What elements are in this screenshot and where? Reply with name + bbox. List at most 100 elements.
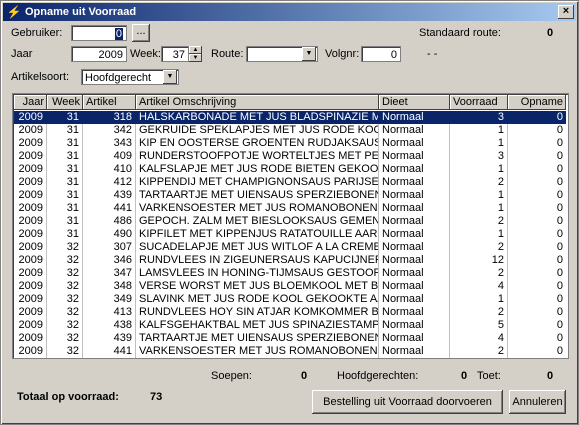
table-row[interactable]: 2009 31 343 KIP EN OOSTERSE GROENTEN RUDJAK…	[14, 137, 566, 150]
table-row[interactable]: 2009 31 441 VARKENSOESTER MET JUS ROMANOBON…	[14, 202, 566, 215]
table-row[interactable]: 2009 32 307 SUCADELAPJE MET JUS WITLOF A LA…	[14, 241, 566, 254]
cell-voorraad: 1	[450, 163, 508, 176]
spin-down-icon[interactable]: ▼	[189, 54, 202, 62]
jaar-label: Jaar	[11, 48, 33, 60]
cell-voorraad: 1	[450, 124, 508, 137]
opname-window: ⚡ Opname uit Voorraad × Gebruiker: 0 ...…	[0, 0, 579, 425]
voorraad-table[interactable]: Jaar Week Artikel Artikel Omschrijving D…	[12, 93, 569, 359]
cell-dieet: Normaal	[379, 202, 450, 215]
cell-artikel: 439	[83, 332, 136, 345]
volgnr-input[interactable]: 0	[361, 46, 401, 62]
week-input[interactable]: 37	[161, 46, 189, 62]
bestelling-doorvoeren-button[interactable]: Bestelling uit Voorraad doorvoeren	[312, 390, 503, 414]
cell-dieet: Normaal	[379, 176, 450, 189]
cell-artikel: 343	[83, 137, 136, 150]
cell-week: 31	[47, 124, 83, 137]
browse-button[interactable]: ...	[132, 24, 150, 42]
table-row[interactable]: 2009 32 347 LAMSVLEES IN HONING-TIJMSAUS GE…	[14, 267, 566, 280]
table-row[interactable]: 2009 31 318 HALSKARBONADE MET JUS BLADSPINA…	[14, 111, 566, 124]
cell-dieet: Normaal	[379, 306, 450, 319]
table-row[interactable]: 2009 32 346 RUNDVLEES IN ZIGEUNERSAUS KAPUC…	[14, 254, 566, 267]
jaar-input[interactable]: 2009	[71, 46, 127, 62]
cell-artikel: 347	[83, 267, 136, 280]
cell-voorraad: 4	[450, 280, 508, 293]
cell-opname: 0	[556, 267, 563, 279]
cell-artikel: 441	[83, 202, 136, 215]
cell-voorraad: 12	[450, 254, 508, 267]
totaal-label: Totaal op voorraad:	[17, 391, 119, 403]
column-header-opname[interactable]: Opname	[508, 95, 566, 110]
table-row[interactable]: 2009 32 348 VERSE WORST MET JUS BLOEMKOOL M…	[14, 280, 566, 293]
spin-up-icon[interactable]: ▲	[189, 46, 202, 54]
cell-opname: 0	[556, 163, 563, 175]
route-select[interactable]: ▼	[246, 46, 318, 62]
cell-voorraad: 2	[450, 241, 508, 254]
cell-artikel: 412	[83, 176, 136, 189]
volgnr-label: Volgnr:	[325, 48, 360, 60]
cell-week: 32	[47, 280, 83, 293]
cell-artikel: 486	[83, 215, 136, 228]
cell-voorraad: 2	[450, 176, 508, 189]
cell-jaar: 2009	[14, 202, 47, 215]
cell-artikel: 441	[83, 345, 136, 358]
chevron-down-icon[interactable]: ▼	[163, 70, 177, 84]
cell-omschrijving: TARTAARTJE MET UIENSAUS SPERZIEBONEN	[136, 189, 379, 202]
artikelsoort-select[interactable]: Hoofdgerecht ▼	[81, 69, 179, 85]
cell-voorraad: 1	[450, 228, 508, 241]
cell-artikel: 409	[83, 150, 136, 163]
column-header-week[interactable]: Week	[47, 95, 83, 110]
cell-jaar: 2009	[14, 293, 47, 306]
table-row[interactable]: 2009 31 412 KIPPENDIJ MET CHAMPIGNONSAUS PA…	[14, 176, 566, 189]
cell-dieet: Normaal	[379, 228, 450, 241]
cell-week: 32	[47, 332, 83, 345]
cell-omschrijving: KIPPENDIJ MET CHAMPIGNONSAUS PARIJSE	[136, 176, 379, 189]
cell-jaar: 2009	[14, 332, 47, 345]
cell-artikel: 318	[83, 111, 136, 124]
cell-artikel: 490	[83, 228, 136, 241]
table-row[interactable]: 2009 31 439 TARTAARTJE MET UIENSAUS SPERZIE…	[14, 189, 566, 202]
cell-voorraad: 2	[450, 306, 508, 319]
cell-week: 31	[47, 215, 83, 228]
cell-voorraad: 1	[450, 189, 508, 202]
cell-jaar: 2009	[14, 111, 47, 124]
cell-artikel: 413	[83, 306, 136, 319]
annuleren-button[interactable]: Annuleren	[509, 390, 566, 414]
cell-dieet: Normaal	[379, 345, 450, 358]
table-row[interactable]: 2009 32 439 TARTAARTJE MET UIENSAUS SPERZIE…	[14, 332, 566, 345]
column-header-voorraad[interactable]: Voorraad	[450, 95, 508, 110]
title-bar[interactable]: ⚡ Opname uit Voorraad ×	[3, 3, 576, 21]
column-header-dieet[interactable]: Dieet	[379, 95, 450, 110]
cell-week: 32	[47, 306, 83, 319]
table-row[interactable]: 2009 32 349 SLAVINK MET JUS RODE KOOL GEKOO…	[14, 293, 566, 306]
column-header-omschrijving[interactable]: Artikel Omschrijving	[136, 95, 379, 110]
table-row[interactable]: 2009 32 413 RUNDVLEES HOY SIN ATJAR KOMKOMM…	[14, 306, 566, 319]
column-header-artikel[interactable]: Artikel	[83, 95, 136, 110]
column-header-jaar[interactable]: Jaar	[14, 95, 47, 110]
toet-value: 0	[547, 370, 554, 382]
cell-voorraad: 1	[450, 137, 508, 150]
table-row[interactable]: 2009 32 441 VARKENSOESTER MET JUS ROMANOBON…	[14, 345, 566, 358]
table-row[interactable]: 2009 32 438 KALFSGEHAKTBAL MET JUS SPINAZIE…	[14, 319, 566, 332]
cell-opname: 0	[556, 241, 563, 253]
gebruiker-input[interactable]: 0	[71, 25, 127, 41]
cell-omschrijving: RUNDVLEES HOY SIN ATJAR KOMKOMMER BA	[136, 306, 379, 319]
table-row[interactable]: 2009 31 409 RUNDERSTOOFPOTJE WORTELTJES MET…	[14, 150, 566, 163]
cell-omschrijving: GEPOCH. ZALM MET BIESLOOKSAUS GEMENG	[136, 215, 379, 228]
table-row[interactable]: 2009 31 486 GEPOCH. ZALM MET BIESLOOKSAUS G…	[14, 215, 566, 228]
close-button[interactable]: ×	[558, 5, 574, 19]
soepen-value: 0	[301, 370, 308, 382]
cell-omschrijving: SUCADELAPJE MET JUS WITLOF A LA CREME	[136, 241, 379, 254]
chevron-down-icon[interactable]: ▼	[302, 47, 316, 61]
table-row[interactable]: 2009 31 490 KIPFILET MET KIPPENJUS RATATOUI…	[14, 228, 566, 241]
table-row[interactable]: 2009 31 410 KALFSLAPJE MET JUS RODE BIETEN …	[14, 163, 566, 176]
cell-jaar: 2009	[14, 189, 47, 202]
cell-opname: 0	[556, 150, 563, 162]
cell-artikel: 439	[83, 189, 136, 202]
cell-voorraad: 2	[450, 215, 508, 228]
cell-voorraad: 5	[450, 319, 508, 332]
cell-jaar: 2009	[14, 280, 47, 293]
cell-jaar: 2009	[14, 319, 47, 332]
cell-jaar: 2009	[14, 306, 47, 319]
week-spinner[interactable]: ▲ ▼	[189, 46, 202, 62]
table-row[interactable]: 2009 31 342 GEKRUIDE SPEKLAPJES MET JUS ROD…	[14, 124, 566, 137]
